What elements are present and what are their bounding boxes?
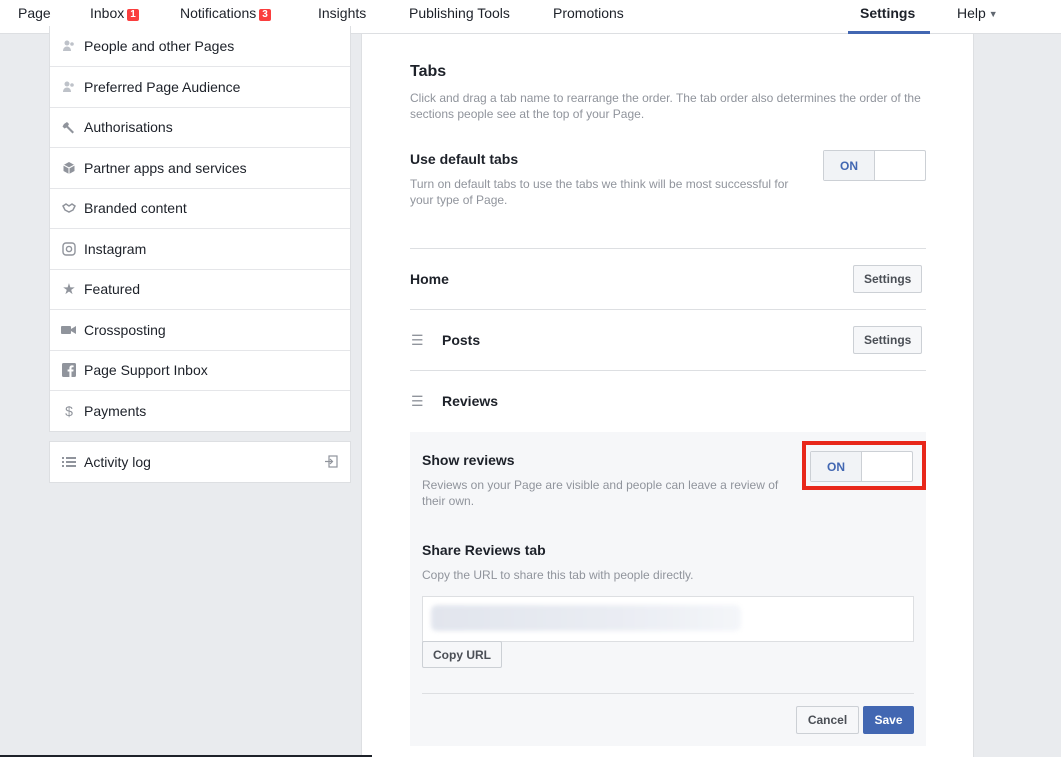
inbox-count-badge: 1 xyxy=(127,9,139,21)
sidebar-item-authorisations[interactable]: Authorisations xyxy=(50,106,350,148)
sidebar-item-crossposting[interactable]: Crossposting xyxy=(50,309,350,350)
nav-tab-label: Help xyxy=(957,5,986,21)
dollar-icon: $ xyxy=(65,402,73,419)
facebook-icon xyxy=(61,362,77,378)
caret-down-icon: ▼ xyxy=(988,9,998,19)
tab-home-label: Home xyxy=(410,271,449,287)
sidebar-item-label: Authorisations xyxy=(84,119,173,136)
sidebar-item-label: Payments xyxy=(84,402,147,419)
share-reviews-tab-label: Share Reviews tab xyxy=(422,542,546,558)
tab-posts-label: Posts xyxy=(442,332,481,348)
show-reviews-label: Show reviews xyxy=(422,452,515,468)
wrench-icon xyxy=(61,119,77,135)
tabs-description: Click and drag a tab name to rearrange t… xyxy=(410,91,921,121)
tab-reviews-label: Reviews xyxy=(442,393,499,409)
sidebar-item-label: Activity log xyxy=(84,454,151,470)
nav-tab-label: Page xyxy=(18,5,51,21)
settings-sidebar: People and other Pages Preferred Page Au… xyxy=(49,26,351,432)
sidebar-item-label: Partner apps and services xyxy=(84,159,247,176)
sidebar-item-label: Branded content xyxy=(84,200,187,217)
cancel-button[interactable]: Cancel xyxy=(796,706,859,734)
sidebar-item-branded-content[interactable]: Branded content xyxy=(50,187,350,229)
sidebar-item-payments[interactable]: $ Payments xyxy=(50,390,350,431)
audience-icon xyxy=(61,79,77,95)
sidebar-item-page-support-inbox[interactable]: Page Support Inbox xyxy=(50,349,350,391)
sidebar-item-label: Preferred Page Audience xyxy=(84,78,241,95)
nav-tab-label: Insights xyxy=(318,5,367,21)
open-external-icon xyxy=(325,455,338,471)
nav-tab-label: Inbox xyxy=(90,5,125,21)
nav-tab-promotions[interactable]: Promotions xyxy=(553,0,624,34)
home-settings-button[interactable]: Settings xyxy=(853,265,923,293)
toggle-on-label: ON xyxy=(824,151,875,180)
sidebar-item-instagram[interactable]: Instagram xyxy=(50,228,350,269)
share-reviews-tab-description: Copy the URL to share this tab with peop… xyxy=(422,568,694,582)
box-icon xyxy=(61,160,77,176)
nav-tab-label: Publishing Tools xyxy=(409,5,510,21)
notifications-count-badge: 3 xyxy=(259,9,271,21)
sidebar-item-preferred-page-audience[interactable]: Preferred Page Audience xyxy=(50,66,350,107)
show-reviews-description: Reviews on your Page are visible and peo… xyxy=(422,478,779,508)
posts-settings-button[interactable]: Settings xyxy=(853,326,923,354)
nav-tab-label: Notifications xyxy=(180,5,257,21)
nav-tab-label: Settings xyxy=(860,5,916,21)
drag-handle-icon[interactable]: ☰ xyxy=(411,394,425,408)
divider xyxy=(410,309,926,310)
sidebar-item-label: Page Support Inbox xyxy=(84,362,208,379)
reviews-url-field[interactable] xyxy=(422,596,914,642)
list-icon xyxy=(61,454,77,470)
nav-tab-publishing-tools[interactable]: Publishing Tools xyxy=(409,0,510,34)
sidebar-item-activity-log[interactable]: Activity log xyxy=(49,441,351,483)
save-button[interactable]: Save xyxy=(863,706,914,734)
tabs-section-title: Tabs xyxy=(410,63,447,80)
blurred-url xyxy=(431,605,741,631)
people-icon xyxy=(61,38,77,54)
sidebar-item-label: Featured xyxy=(84,281,141,298)
sidebar-item-label: People and other Pages xyxy=(84,38,235,54)
sidebar-item-label: Crossposting xyxy=(84,321,166,338)
divider xyxy=(410,370,926,371)
sidebar-item-partner-apps-and-services[interactable]: Partner apps and services xyxy=(50,147,350,188)
sidebar-item-people-and-other-pages[interactable]: People and other Pages xyxy=(50,26,350,66)
nav-help-menu[interactable]: Help ▼ xyxy=(957,0,998,34)
divider xyxy=(422,693,914,694)
star-icon: ★ xyxy=(62,281,76,299)
nav-tab-settings[interactable]: Settings xyxy=(860,0,915,34)
default-tabs-toggle[interactable]: ON xyxy=(823,150,926,181)
video-camera-icon xyxy=(61,322,77,338)
highlight-box xyxy=(802,441,926,490)
use-default-tabs-description: Turn on default tabs to use the tabs we … xyxy=(410,177,789,207)
nav-tab-label: Promotions xyxy=(553,5,624,21)
handshake-icon xyxy=(61,200,77,216)
sidebar-item-featured[interactable]: ★ Featured xyxy=(50,268,350,310)
use-default-tabs-label: Use default tabs xyxy=(410,151,519,167)
drag-handle-icon[interactable]: ☰ xyxy=(411,333,425,347)
divider xyxy=(410,248,926,249)
sidebar-item-label: Instagram xyxy=(84,240,147,257)
copy-url-button[interactable]: Copy URL xyxy=(422,641,502,668)
nav-tab-page[interactable]: Page xyxy=(18,0,51,34)
instagram-icon xyxy=(61,241,77,257)
